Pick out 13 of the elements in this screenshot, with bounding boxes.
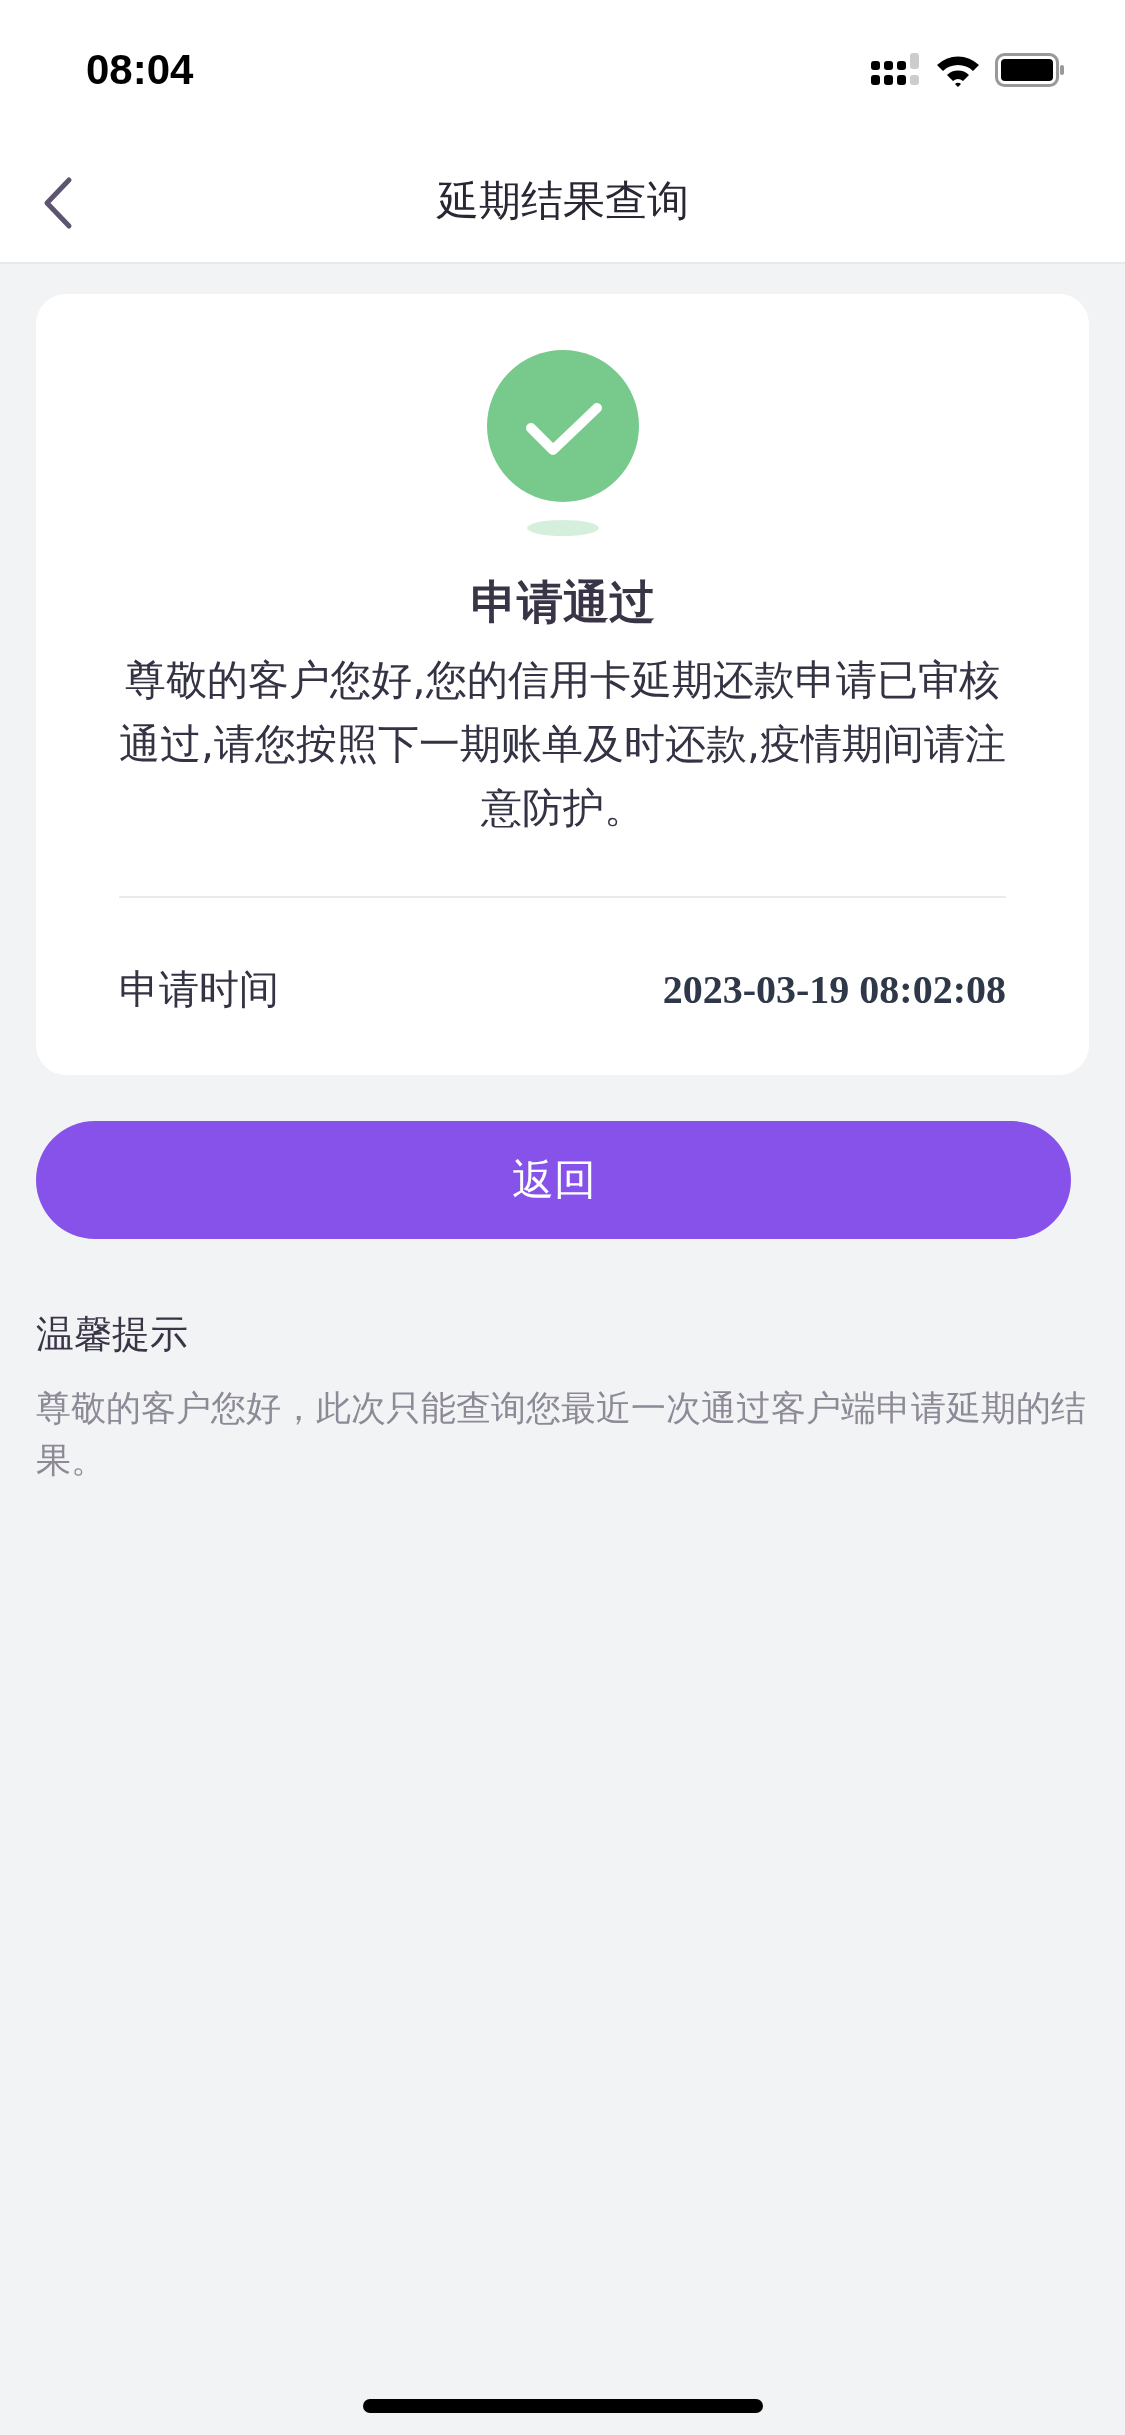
tips-text: 尊敬的客户您好，此次只能查询您最近一次通过客户端申请延期的结果。 [36,1387,1087,1482]
battery-icon [995,53,1065,87]
tips-title: 温馨提示 [36,1311,189,1358]
row-value: 2023-03-19 08:02:08 [662,966,1006,1013]
signal-icon [871,53,921,87]
wifi-icon [935,53,981,87]
result-message: 尊敬的客户您好,您的信用卡延期还款申请已审核通过,请您按照下一期账单及时还款,疫情期间请注意防护。 [117,655,1008,834]
page-title: 延期结果查询 [436,175,689,227]
status-time: 08:04 [86,46,194,94]
check-icon [486,350,639,536]
result-title: 申请通过 [470,574,655,631]
row-label: 申请时间 [119,965,279,1014]
return-button[interactable]: 返回 [36,1121,1071,1239]
